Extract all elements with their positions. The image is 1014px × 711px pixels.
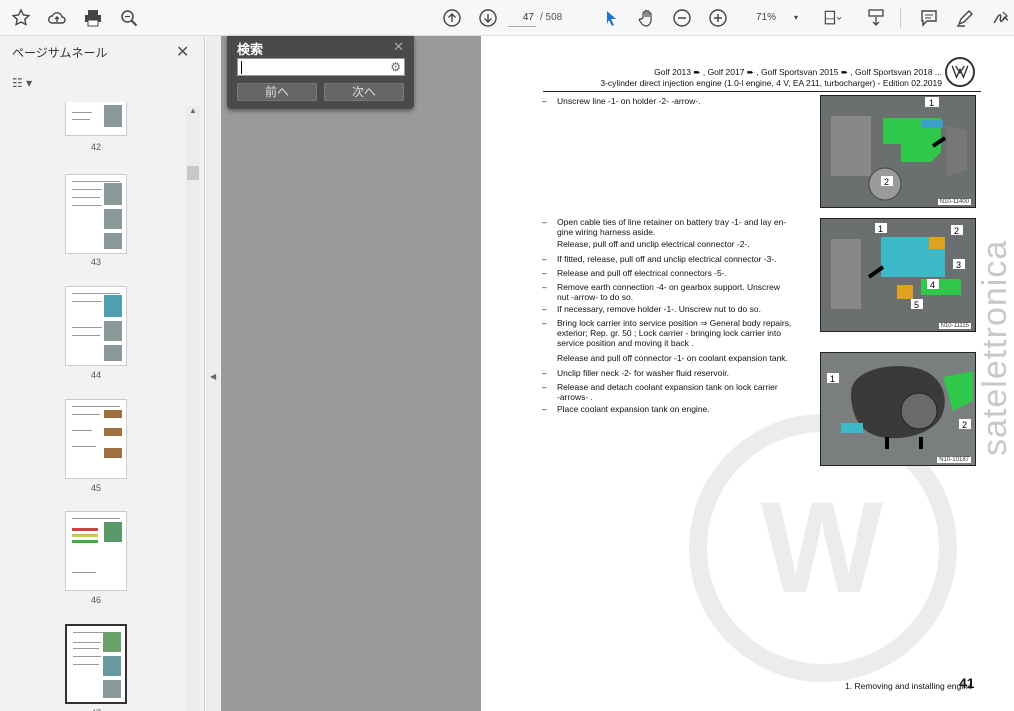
next-page-icon[interactable] xyxy=(477,7,499,29)
collapse-arrow-icon[interactable]: ◀ xyxy=(210,372,216,381)
page-header-engine: 3-cylinder direct injection engine (1.0-… xyxy=(600,78,942,88)
figure-code: N10-11115 xyxy=(938,323,971,329)
engine-figure-3: 1 2 N10-10187 xyxy=(820,352,976,466)
svg-text:1: 1 xyxy=(830,374,835,384)
highlight-pen-icon[interactable] xyxy=(954,7,976,29)
engine-figure-2: 1 2 3 4 5 N10-11115 xyxy=(820,218,976,332)
text-caret xyxy=(241,61,242,74)
instruction-step: – Release and detach coolant expansion ta… xyxy=(542,382,778,402)
footer-section-title: 1. Removing and installing engine xyxy=(845,681,973,691)
page-total: / 508 xyxy=(540,12,563,23)
svg-text:5: 5 xyxy=(914,300,919,310)
thumbnail-list: 42 43 44 45 46 xyxy=(0,102,186,711)
thumbnail-page-44[interactable] xyxy=(65,286,127,366)
page-number-input[interactable]: 47 xyxy=(508,9,536,27)
instruction-step: Release and pull off connector -1- on co… xyxy=(557,353,788,363)
footer-page-number: 41 xyxy=(959,675,975,691)
search-zoom-icon[interactable] xyxy=(118,7,140,29)
instruction-step: – If fitted, release, pull off and unclip… xyxy=(542,254,777,264)
previous-page-icon[interactable] xyxy=(441,7,463,29)
svg-text:3: 3 xyxy=(956,260,961,270)
thumbnail-label: 42 xyxy=(90,142,101,152)
thumbnail-label: 44 xyxy=(90,370,101,380)
thumbnail-page-42[interactable] xyxy=(65,102,127,136)
find-panel: 検索 ✕ ⚙ 前へ 次へ xyxy=(227,36,414,109)
header-rule xyxy=(543,91,981,92)
instruction-step: – Release and pull off electrical connect… xyxy=(542,268,727,278)
svg-text:4: 4 xyxy=(930,280,935,290)
figure-code: N10-11400 xyxy=(937,199,971,205)
thumbnail-page-46[interactable] xyxy=(65,511,127,591)
print-icon[interactable] xyxy=(82,7,104,29)
instruction-step: – Open cable ties of line retainer on bat… xyxy=(542,217,787,237)
toolbar: 47 / 508 71% ▾ xyxy=(0,0,1014,36)
instruction-step: – Unscrew line -1- on holder -2- -arrow-. xyxy=(542,96,701,106)
page-fit-icon[interactable] xyxy=(818,7,846,29)
zoom-value: 71% xyxy=(756,12,777,23)
toolbar-divider xyxy=(900,8,901,28)
hand-tool-icon[interactable] xyxy=(636,7,658,29)
svg-text:2: 2 xyxy=(962,420,967,430)
thumbnail-page-45[interactable] xyxy=(65,399,127,479)
thumbnail-label: 46 xyxy=(90,595,101,605)
page-header-models: Golf 2013 ➨ , Golf 2017 ➨ , Golf Sportsv… xyxy=(654,67,942,77)
thumbnail-page-47[interactable] xyxy=(65,624,127,704)
select-cursor-icon[interactable] xyxy=(600,7,622,29)
scroll-mode-icon[interactable] xyxy=(865,7,887,29)
svg-text:1: 1 xyxy=(878,224,883,234)
close-icon[interactable]: ✕ xyxy=(176,42,189,62)
scroll-up-icon[interactable]: ▲ xyxy=(189,106,197,115)
document-page: W Golf 2013 ➨ , Golf 2017 ➨ , Golf Sport… xyxy=(481,36,1014,711)
document-background xyxy=(221,36,481,711)
site-watermark: satelettronica xyxy=(976,239,1014,456)
thumbnail-label: 45 xyxy=(90,483,101,493)
thumbnail-page-43[interactable] xyxy=(65,174,127,254)
close-icon[interactable]: ✕ xyxy=(393,39,404,55)
svg-text:2: 2 xyxy=(884,177,889,187)
comment-icon[interactable] xyxy=(918,7,940,29)
cloud-upload-icon[interactable] xyxy=(46,7,68,29)
sidebar-scrollbar[interactable] xyxy=(186,106,200,711)
sidebar-scroll-thumb[interactable] xyxy=(187,166,199,180)
instruction-step: Release, pull off and unclip electrical … xyxy=(557,239,750,249)
thumbnail-label: 43 xyxy=(90,257,101,267)
instruction-step: – Place coolant expansion tank on engine. xyxy=(542,404,710,414)
instruction-step: – Remove earth connection -4- on gearbox … xyxy=(542,282,781,302)
engine-figure-1: 1 2 N10-11400 xyxy=(820,95,976,208)
find-input[interactable]: ⚙ xyxy=(237,58,405,76)
thumbnail-sidebar: ページサムネール ✕ ☷ ▾ 42 43 44 45 46 ▲ xyxy=(0,36,205,711)
find-title: 検索 xyxy=(237,42,264,57)
find-next-button[interactable]: 次へ xyxy=(324,83,404,101)
svg-text:2: 2 xyxy=(954,226,959,236)
vw-logo xyxy=(945,57,975,87)
sidebar-title: ページサムネール xyxy=(12,46,108,60)
figure-code: N10-10187 xyxy=(937,457,971,463)
instruction-step: – Bring lock carrier into service positio… xyxy=(542,318,792,348)
zoom-out-icon[interactable] xyxy=(671,7,693,29)
thumbnail-options-button[interactable]: ☷ ▾ xyxy=(12,76,32,90)
find-previous-button[interactable]: 前へ xyxy=(237,83,317,101)
chevron-down-icon: ▾ xyxy=(793,13,798,22)
bookmark-star-icon[interactable] xyxy=(10,7,32,29)
svg-text:1: 1 xyxy=(929,98,934,108)
zoom-select[interactable]: 71% ▾ xyxy=(748,9,800,27)
zoom-in-icon[interactable] xyxy=(707,7,729,29)
instruction-step: – Unclip filler neck -2- for washer fluid… xyxy=(542,368,729,378)
instruction-step: – If necessary, remove holder -1-. Unscre… xyxy=(542,304,761,314)
sidebar-splitter[interactable]: ◀ xyxy=(206,36,221,711)
gear-icon[interactable]: ⚙ xyxy=(390,60,401,74)
draw-sign-icon[interactable] xyxy=(990,7,1012,29)
